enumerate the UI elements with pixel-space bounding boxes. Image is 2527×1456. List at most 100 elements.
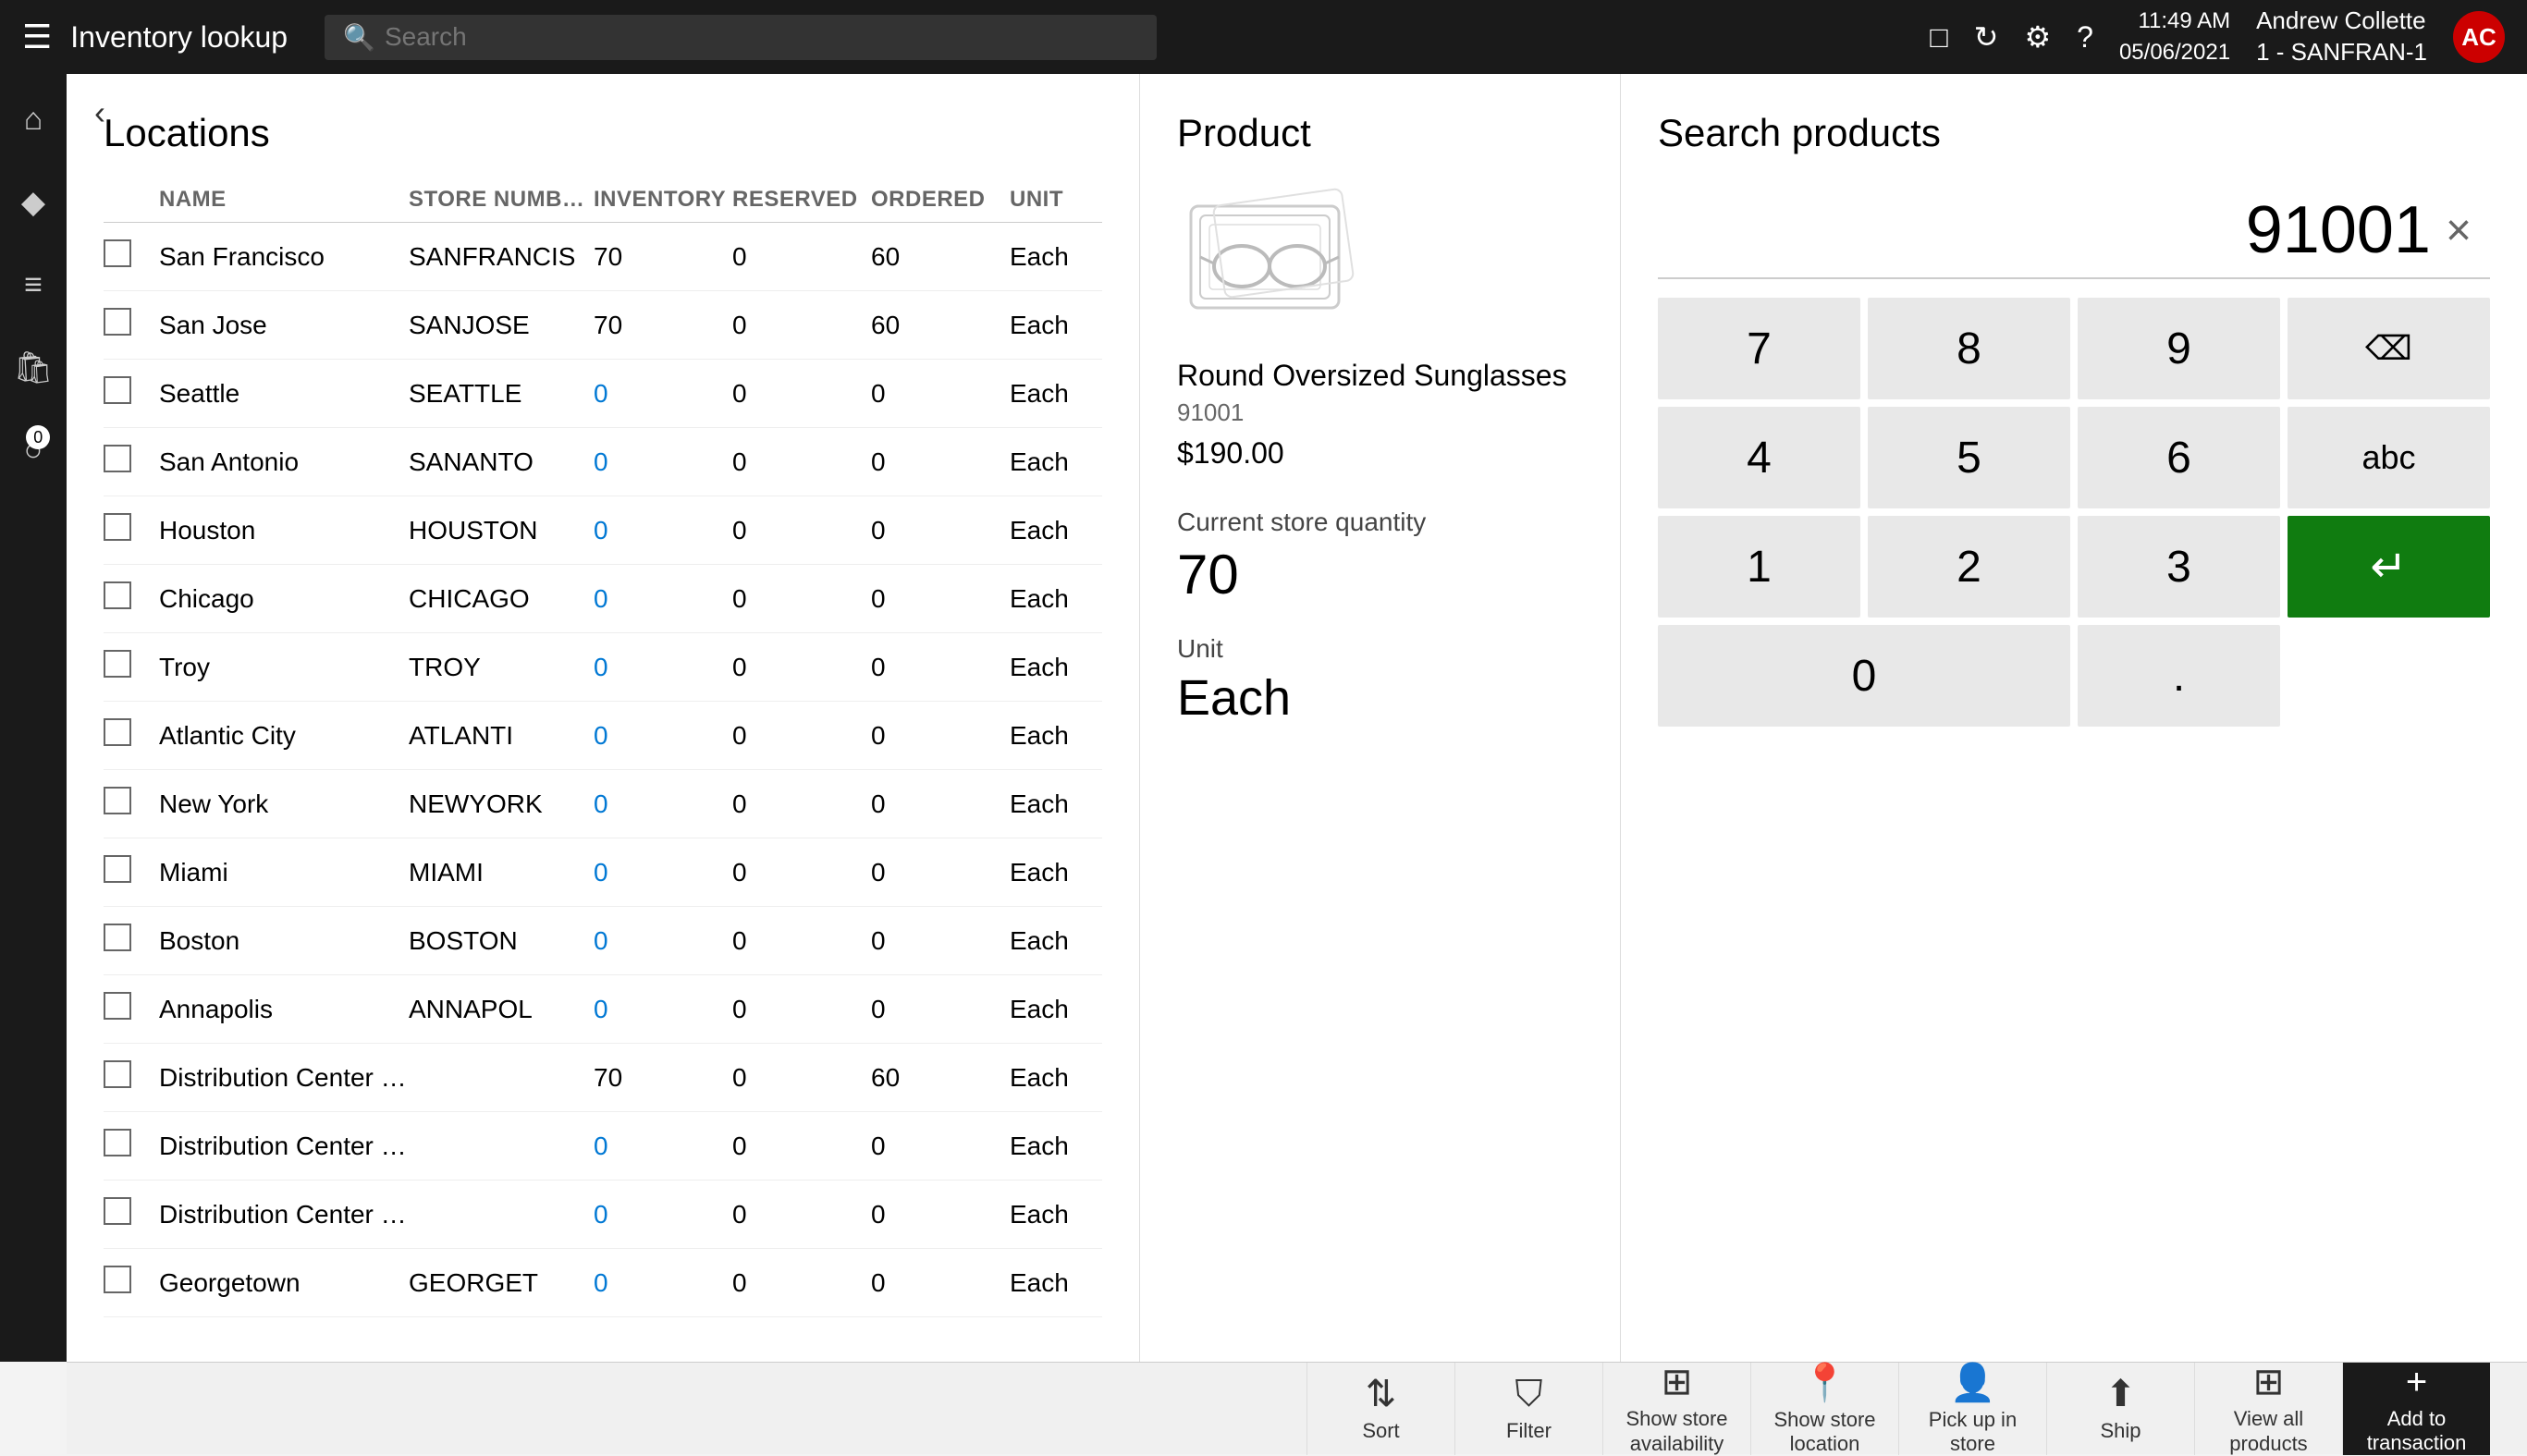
row-checkbox[interactable] [104, 855, 150, 889]
ship-button[interactable]: ⬆ Ship [2046, 1363, 2194, 1455]
row-checkbox[interactable] [104, 308, 150, 342]
row-checkbox[interactable] [104, 787, 150, 821]
view-all-products-button[interactable]: ⊞ View allproducts [2194, 1363, 2342, 1455]
row-unit: Each [1010, 379, 1102, 409]
sidebar-icon-diamond[interactable]: ◆ [12, 175, 55, 230]
table-row[interactable]: Georgetown GEORGET 0 0 0 Each [104, 1249, 1102, 1317]
row-checkbox[interactable] [104, 650, 150, 684]
table-row[interactable]: New York NEWYORK 0 0 0 Each [104, 770, 1102, 838]
row-checkbox[interactable] [104, 376, 150, 410]
row-name: San Francisco [150, 242, 409, 272]
pick-up-in-store-button[interactable]: 👤 Pick up instore [1898, 1363, 2046, 1455]
numpad-key-9[interactable]: 9 [2078, 298, 2280, 399]
filter-button[interactable]: ⛉ Filter [1454, 1363, 1602, 1455]
product-unit: Each [1177, 669, 1583, 727]
numpad-key-3[interactable]: 3 [2078, 516, 2280, 618]
row-checkbox[interactable] [104, 513, 150, 547]
topbar-user: Andrew Collette 1 - SANFRAN-1 [2256, 6, 2427, 68]
table-row[interactable]: Distribution Center - East Region 0 0 0 … [104, 1112, 1102, 1181]
hamburger-icon[interactable]: ☰ [22, 18, 52, 56]
numpad-key-5[interactable]: 5 [1868, 407, 2070, 508]
settings-icon[interactable]: ⚙ [2024, 19, 2051, 55]
numpad-key-7[interactable]: 7 [1658, 298, 1860, 399]
search-products-panel: Search products 91001 × 789⌫456abc123↵0. [1621, 74, 2527, 1362]
numpad-key-[interactable]: ⌫ [2288, 298, 2490, 399]
numpad-key-6[interactable]: 6 [2078, 407, 2280, 508]
monitor-icon[interactable]: □ [1930, 20, 1947, 55]
row-checkbox[interactable] [104, 239, 150, 274]
table-row[interactable]: Chicago CHICAGO 0 0 0 Each [104, 565, 1102, 633]
table-row[interactable]: San Jose SANJOSE 70 0 60 Each [104, 291, 1102, 360]
row-checkbox[interactable] [104, 718, 150, 752]
search-bar[interactable]: 🔍 [325, 15, 1157, 60]
search-input[interactable] [385, 22, 1138, 52]
table-row[interactable]: Seattle SEATTLE 0 0 0 Each [104, 360, 1102, 428]
numpad-key-[interactable]: . [2078, 625, 2280, 727]
show-store-availability-button[interactable]: ⊞ Show storeavailability [1602, 1363, 1750, 1455]
row-store: SEATTLE [409, 379, 594, 409]
numpad-grid: 789⌫ 456abc 123↵ 0. [1658, 298, 2490, 727]
table-row[interactable]: San Antonio SANANTO 0 0 0 Each [104, 428, 1102, 496]
back-button[interactable]: ‹ [72, 85, 128, 141]
row-name: Distribution Center - Central Regi... [150, 1063, 409, 1093]
row-checkbox[interactable] [104, 1060, 150, 1095]
row-name: Distribution Center - East Region [150, 1132, 409, 1161]
sidebar-icon-badge[interactable]: ○ 0 [15, 423, 53, 478]
row-inventory: 0 [594, 1268, 732, 1298]
row-ordered: 60 [871, 242, 1010, 272]
row-checkbox[interactable] [104, 992, 150, 1026]
add-to-transaction-button[interactable]: + Add totransaction [2342, 1363, 2490, 1455]
row-checkbox[interactable] [104, 1266, 150, 1300]
row-unit: Each [1010, 516, 1102, 545]
row-store: SANFRANCIS [409, 242, 594, 272]
pickup-icon: 👤 [1950, 1361, 1996, 1404]
numpad-clear-icon[interactable]: × [2446, 205, 2472, 256]
row-checkbox[interactable] [104, 445, 150, 479]
row-checkbox[interactable] [104, 581, 150, 616]
sort-button[interactable]: ⇅ Sort [1306, 1363, 1454, 1455]
table-row[interactable]: Houston HOUSTON 0 0 0 Each [104, 496, 1102, 565]
numpad-key-2[interactable]: 2 [1868, 516, 2070, 618]
numpad-key-8[interactable]: 8 [1868, 298, 2070, 399]
row-reserved: 0 [732, 721, 871, 751]
sidebar-icon-menu[interactable]: ≡ [15, 258, 52, 312]
numpad-key-0[interactable]: 0 [1658, 625, 2070, 727]
row-checkbox[interactable] [104, 924, 150, 958]
row-inventory: 0 [594, 447, 732, 477]
sidebar-icon-home[interactable]: ⌂ [15, 92, 53, 147]
table-row[interactable]: Atlantic City ATLANTI 0 0 0 Each [104, 702, 1102, 770]
table-row[interactable]: Troy TROY 0 0 0 Each [104, 633, 1102, 702]
row-ordered: 0 [871, 1268, 1010, 1298]
main-content: Locations NAME STORE NUMBER INVENTORY RE… [67, 74, 2527, 1362]
numpad-key-abc[interactable]: abc [2288, 407, 2490, 508]
table-row[interactable]: Annapolis ANNAPOL 0 0 0 Each [104, 975, 1102, 1044]
row-unit: Each [1010, 995, 1102, 1024]
product-title: Product [1177, 111, 1583, 155]
refresh-icon[interactable]: ↻ [1974, 19, 1999, 55]
row-unit: Each [1010, 789, 1102, 819]
row-ordered: 0 [871, 379, 1010, 409]
row-store: CHICAGO [409, 584, 594, 614]
avatar[interactable]: AC [2453, 11, 2505, 63]
numpad-key-1[interactable]: 1 [1658, 516, 1860, 618]
table-row[interactable]: Distribution Center - West Region 0 0 0 … [104, 1181, 1102, 1249]
row-checkbox[interactable] [104, 1129, 150, 1163]
row-inventory: 0 [594, 858, 732, 887]
table-row[interactable]: Distribution Center - Central Regi... 70… [104, 1044, 1102, 1112]
col-unit-header: UNIT [1010, 187, 1102, 213]
row-reserved: 0 [732, 447, 871, 477]
table-row[interactable]: Miami MIAMI 0 0 0 Each [104, 838, 1102, 907]
row-checkbox[interactable] [104, 1197, 150, 1231]
product-qty-label: Current store quantity [1177, 508, 1583, 537]
show-store-location-button[interactable]: 📍 Show storelocation [1750, 1363, 1898, 1455]
sort-label: Sort [1362, 1419, 1399, 1443]
help-icon[interactable]: ? [2077, 20, 2093, 55]
table-row[interactable]: Boston BOSTON 0 0 0 Each [104, 907, 1102, 975]
row-unit: Each [1010, 926, 1102, 956]
numpad-key-4[interactable]: 4 [1658, 407, 1860, 508]
row-name: New York [150, 789, 409, 819]
numpad-key-[interactable]: ↵ [2288, 516, 2490, 618]
row-reserved: 0 [732, 584, 871, 614]
table-row[interactable]: San Francisco SANFRANCIS 70 0 60 Each [104, 223, 1102, 291]
sidebar-icon-bag[interactable]: 🛍 [4, 340, 62, 396]
